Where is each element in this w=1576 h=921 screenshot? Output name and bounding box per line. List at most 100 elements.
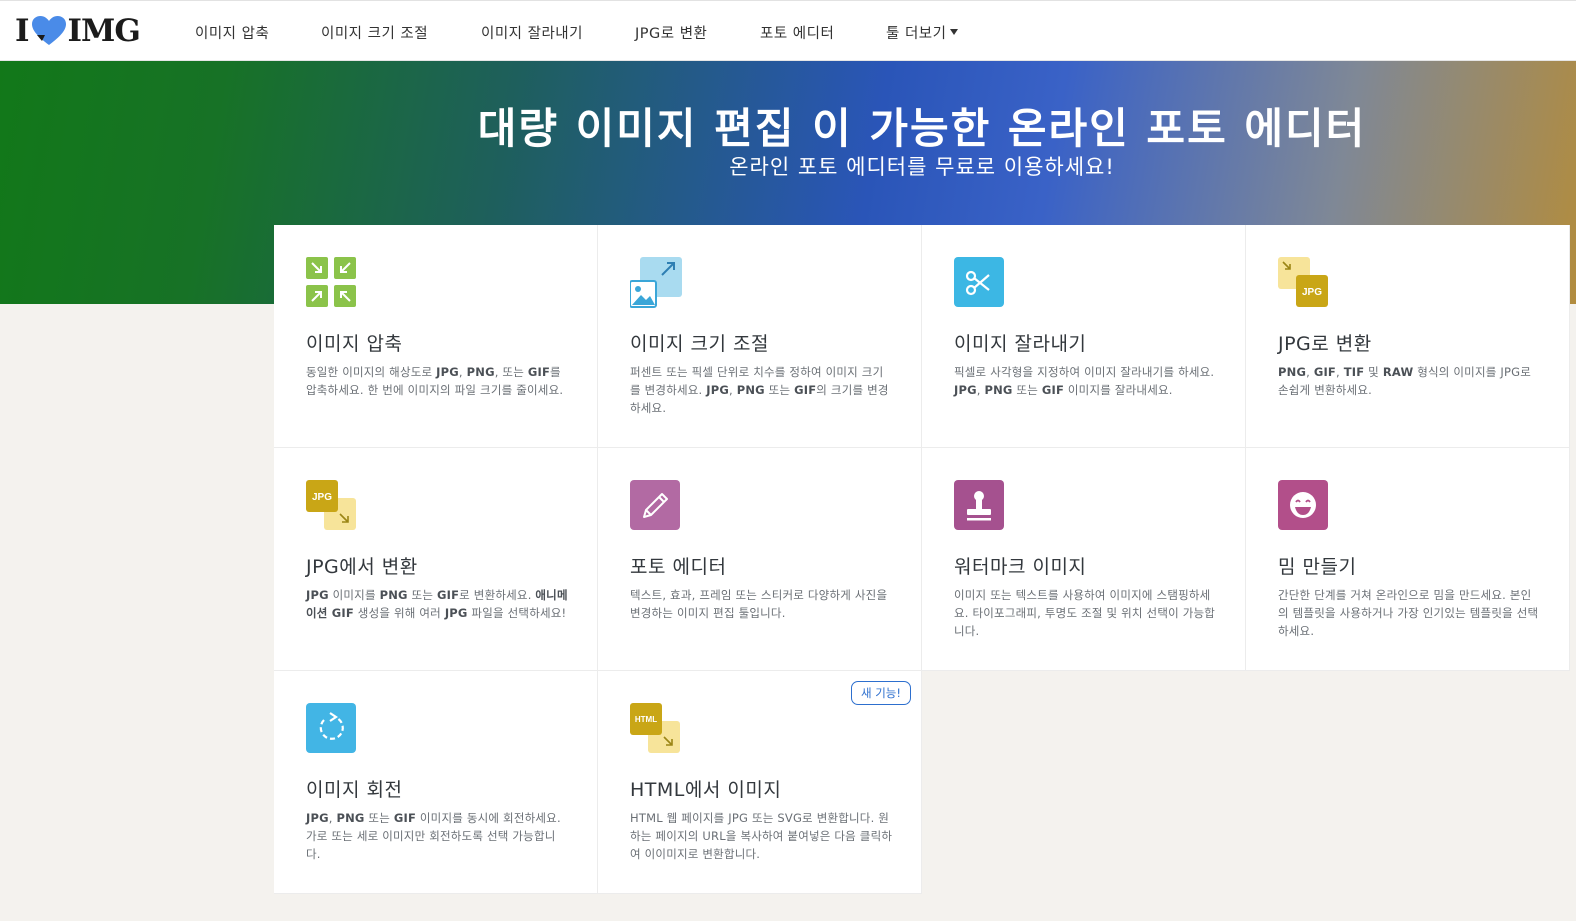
- hero-title: 대량 이미지 편집 이 가능한 온라인 포토 에디터: [477, 104, 1367, 153]
- description-segment: JPG: [706, 383, 729, 397]
- description-segment: 로 변환하세요.: [459, 588, 536, 602]
- tools-grid: 이미지 압축 동일한 이미지의 해상도로 JPG, PNG, 또는 GIF를 압…: [274, 225, 1576, 895]
- description-segment: 텍스트, 효과, 프레임 또는 스티커로 다양하게 사진을 변경하는 이미지 편…: [630, 588, 888, 620]
- tool-title: JPG에서 변환: [306, 556, 418, 578]
- description-segment: GIF: [527, 365, 551, 379]
- tool-description: JPG 이미지를 PNG 또는 GIF로 변환하세요. 애니메이션 GIF 생성…: [306, 586, 570, 622]
- description-segment: PNG: [379, 588, 408, 602]
- description-segment: GIF: [794, 383, 817, 397]
- description-segment: PNG: [1278, 365, 1307, 379]
- meme-face-icon: [1278, 480, 1328, 530]
- resize-icon: [630, 257, 682, 308]
- tool-card-html-to-image[interactable]: 새 기능! HTML HTML에서 이미지 HTML 웹 페이지를 JPG 또는…: [598, 671, 922, 894]
- tool-description: 간단한 단계를 거쳐 온라인으로 밈을 만드세요. 본인의 템플릿을 사용하거나…: [1278, 586, 1542, 640]
- description-segment: 또는: [764, 383, 795, 397]
- tool-card-crop[interactable]: 이미지 잘라내기 픽셀로 사각형을 지정하여 이미지 잘라내기를 하세요. JP…: [922, 225, 1246, 448]
- top-navbar: I IMG 이미지 압축 이미지 크기 조절 이미지 잘라내기 JPG로 변환 …: [0, 0, 1576, 61]
- description-segment: 이미지를 잘라내세요.: [1064, 383, 1173, 397]
- tool-description: HTML 웹 페이지를 JPG 또는 SVG로 변환합니다. 원하는 페이지의 …: [630, 809, 894, 863]
- svg-text:JPG: JPG: [1302, 287, 1322, 298]
- more-tools-label: 툴 더보기: [886, 26, 947, 42]
- crop-scissors-icon: [954, 257, 1004, 307]
- nav-item-more-tools[interactable]: 툴 더보기: [886, 22, 959, 43]
- watermark-stamp-icon: [954, 480, 1004, 530]
- photo-editor-pencil-icon: [630, 480, 680, 530]
- description-segment: JPG: [306, 588, 329, 602]
- description-segment: RAW: [1382, 365, 1414, 379]
- description-segment: 동일한 이미지의 해상도로: [306, 365, 437, 379]
- description-segment: TIF: [1343, 365, 1365, 379]
- description-segment: JPG: [436, 365, 459, 379]
- rotate-icon: [306, 703, 356, 753]
- description-segment: , 또는: [494, 365, 528, 379]
- description-segment: 파일을 선택하세요!: [467, 606, 567, 620]
- description-segment: 및: [1364, 365, 1383, 379]
- description-segment: 이미지 또는 텍스트를 사용하여 이미지에 스탬핑하세요. 타이포그래피, 투명…: [954, 588, 1216, 638]
- tool-title: 이미지 압축: [306, 333, 403, 355]
- tool-card-compress[interactable]: 이미지 압축 동일한 이미지의 해상도로 JPG, PNG, 또는 GIF를 압…: [274, 225, 598, 448]
- convert-to-jpg-icon: JPG: [1278, 257, 1328, 307]
- heart-icon: [31, 16, 66, 45]
- tool-description: PNG, GIF, TIF 및 RAW 형식의 이미지를 JPG로 손쉽게 변환…: [1278, 363, 1542, 399]
- description-segment: 또는: [407, 588, 437, 602]
- description-segment: PNG: [336, 811, 365, 825]
- tool-description: 이미지 또는 텍스트를 사용하여 이미지에 스탬핑하세요. 타이포그래피, 투명…: [954, 586, 1218, 640]
- tool-title: 밈 만들기: [1278, 556, 1357, 578]
- description-segment: GIF: [1313, 365, 1336, 379]
- description-segment: PNG: [466, 365, 495, 379]
- tool-card-resize[interactable]: 이미지 크기 조절 퍼센트 또는 픽셀 단위로 치수를 정하여 이미지 크기를 …: [598, 225, 922, 448]
- compress-icon: [306, 257, 356, 307]
- description-segment: GIF: [436, 588, 460, 602]
- description-segment: ,: [729, 383, 737, 397]
- convert-from-jpg-icon: JPG: [306, 480, 356, 530]
- nav-item-compress[interactable]: 이미지 압축: [195, 22, 269, 43]
- tool-description: JPG, PNG 또는 GIF 이미지를 동시에 회전하세요. 가로 또는 세로…: [306, 809, 570, 863]
- hero-subtitle: 온라인 포토 에디터를 무료로 이용하세요!: [729, 155, 1115, 179]
- description-segment: GIF: [1041, 383, 1065, 397]
- logo-text-img: IMG: [67, 13, 141, 49]
- svg-text:HTML: HTML: [635, 715, 657, 724]
- caret-down-icon: [950, 29, 959, 35]
- new-feature-badge: 새 기능!: [850, 681, 911, 705]
- description-segment: ,: [1336, 365, 1344, 379]
- description-segment: ,: [458, 365, 467, 379]
- nav-item-crop[interactable]: 이미지 잘라내기: [481, 22, 583, 43]
- description-segment: GIF: [393, 811, 417, 825]
- brand-logo[interactable]: I IMG: [15, 13, 141, 49]
- tool-card-rotate[interactable]: 이미지 회전 JPG, PNG 또는 GIF 이미지를 동시에 회전하세요. 가…: [274, 671, 598, 894]
- description-segment: 또는: [1012, 383, 1042, 397]
- description-segment: 간단한 단계를 거쳐 온라인으로 밈을 만드세요. 본인의 템플릿을 사용하거나…: [1278, 588, 1539, 638]
- description-segment: HTML 웹 페이지를 JPG 또는 SVG로 변환합니다. 원하는 페이지의 …: [630, 811, 893, 861]
- logo-letter-i: I: [15, 13, 29, 49]
- description-segment: JPG: [444, 606, 468, 620]
- tool-description: 픽셀로 사각형을 지정하여 이미지 잘라내기를 하세요. JPG, PNG 또는…: [954, 363, 1218, 399]
- nav-item-photo-editor[interactable]: 포토 에디터: [760, 22, 834, 43]
- description-segment: 이미지를: [328, 588, 380, 602]
- description-segment: PNG: [736, 383, 765, 397]
- tool-title: 이미지 크기 조절: [630, 333, 769, 355]
- description-segment: 또는: [364, 811, 394, 825]
- description-segment: ,: [1306, 365, 1314, 379]
- tool-title: HTML에서 이미지: [630, 779, 782, 801]
- tool-title: 이미지 잘라내기: [954, 333, 1087, 355]
- tool-title: 포토 에디터: [630, 556, 727, 578]
- tool-description: 텍스트, 효과, 프레임 또는 스티커로 다양하게 사진을 변경하는 이미지 편…: [630, 586, 894, 622]
- tool-card-photo-editor[interactable]: 포토 에디터 텍스트, 효과, 프레임 또는 스티커로 다양하게 사진을 변경하…: [598, 448, 922, 671]
- description-segment: 픽셀로 사각형을 지정하여 이미지 잘라내기를 하세요.: [954, 365, 1215, 379]
- tool-card-convert-to-jpg[interactable]: JPG JPG로 변환 PNG, GIF, TIF 및 RAW 형식의 이미지를…: [1246, 225, 1570, 448]
- tool-title: 이미지 회전: [306, 779, 403, 801]
- tool-description: 동일한 이미지의 해상도로 JPG, PNG, 또는 GIF를 압축하세요. 한…: [306, 363, 570, 399]
- html-to-image-icon: HTML: [630, 703, 680, 753]
- tool-title: 워터마크 이미지: [954, 556, 1087, 578]
- nav-item-convert-jpg[interactable]: JPG로 변환: [635, 22, 707, 43]
- svg-text:JPG: JPG: [312, 492, 332, 503]
- description-segment: JPG: [306, 811, 329, 825]
- description-segment: PNG: [984, 383, 1013, 397]
- tool-card-watermark[interactable]: 워터마크 이미지 이미지 또는 텍스트를 사용하여 이미지에 스탬핑하세요. 타…: [922, 448, 1246, 671]
- tool-description: 퍼센트 또는 픽셀 단위로 치수를 정하여 이미지 크기를 변경하세요. JPG…: [630, 363, 894, 417]
- tool-card-meme[interactable]: 밈 만들기 간단한 단계를 거쳐 온라인으로 밈을 만드세요. 본인의 템플릿을…: [1246, 448, 1570, 671]
- tool-card-convert-from-jpg[interactable]: JPG JPG에서 변환 JPG 이미지를 PNG 또는 GIF로 변환하세요.…: [274, 448, 598, 671]
- description-segment: JPG: [954, 383, 977, 397]
- nav-item-resize[interactable]: 이미지 크기 조절: [321, 22, 428, 43]
- description-segment: 생성을 위해 여러: [353, 606, 445, 620]
